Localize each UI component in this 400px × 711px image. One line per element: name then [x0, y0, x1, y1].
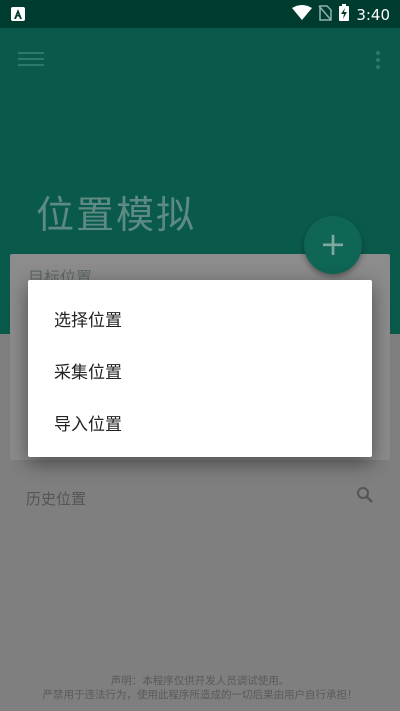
- more-vertical-icon[interactable]: [374, 48, 382, 72]
- disclaimer-line-1: 声明：本程序仅供开发人员调试使用。: [110, 675, 290, 687]
- choose-location-option[interactable]: 选择位置: [28, 292, 372, 344]
- option-label: 选择位置: [54, 311, 122, 331]
- option-label: 采集位置: [54, 363, 122, 383]
- collect-location-option[interactable]: 采集位置: [28, 344, 372, 396]
- notification-a-icon: [10, 6, 26, 26]
- wifi-icon: [292, 5, 313, 25]
- option-label: 导入位置: [54, 415, 122, 435]
- battery-charging-icon: [338, 4, 350, 26]
- status-bar: 3:40: [0, 0, 400, 28]
- history-label: 历史位置: [26, 490, 87, 508]
- hamburger-menu-icon[interactable]: [18, 48, 44, 68]
- add-fab-button[interactable]: +: [304, 216, 362, 274]
- search-icon[interactable]: [356, 486, 374, 504]
- disclaimer: 声明：本程序仅供开发人员调试使用。 严禁用于违法行为，使用此程序所造成的一切后果…: [0, 674, 400, 702]
- clock: 3:40: [356, 6, 390, 24]
- no-sim-icon: [318, 5, 333, 25]
- add-location-dialog: 选择位置 采集位置 导入位置: [28, 280, 372, 457]
- import-location-option[interactable]: 导入位置: [28, 396, 372, 448]
- history-row: 历史位置: [0, 470, 400, 524]
- disclaimer-line-2: 严禁用于违法行为，使用此程序所造成的一切后果由用户自行承担！: [42, 689, 358, 701]
- page-title: 位置模拟: [36, 193, 197, 237]
